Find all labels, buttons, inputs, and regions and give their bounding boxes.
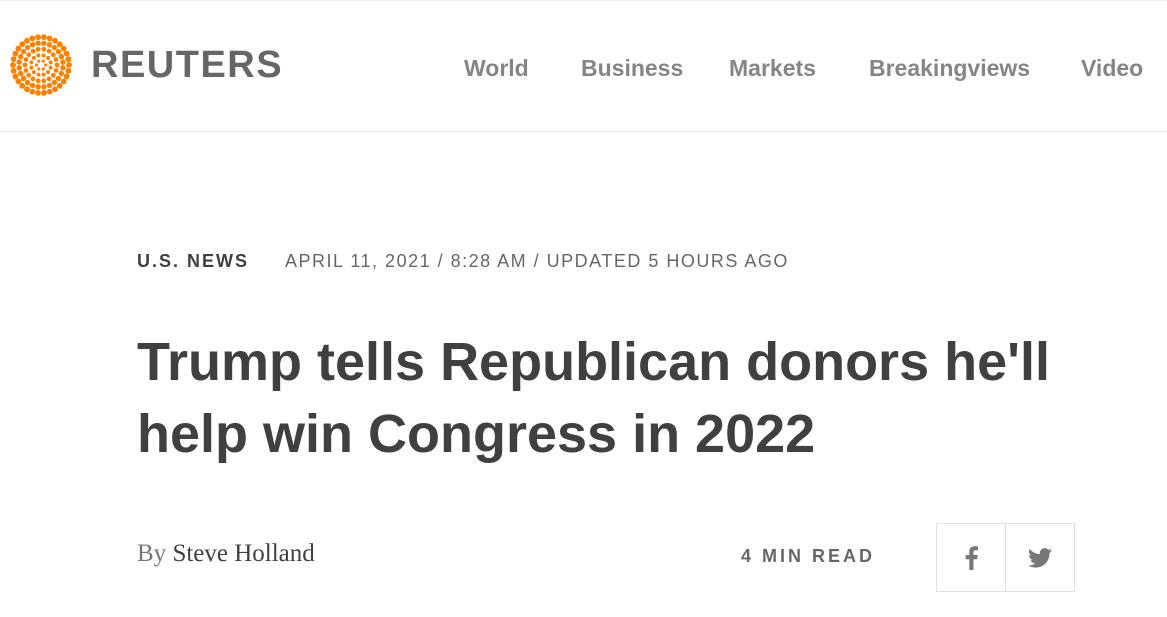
- twitter-icon: [1028, 547, 1052, 568]
- byline-prefix: By: [137, 540, 167, 567]
- nav-item-world[interactable]: World: [464, 53, 529, 83]
- nav-item-breakingviews[interactable]: Breakingviews: [869, 53, 1030, 83]
- nav-item-business[interactable]: Business: [581, 53, 683, 83]
- byline: By Steve Holland: [137, 540, 315, 568]
- nav-item-markets[interactable]: Markets: [729, 53, 816, 83]
- twitter-share-button[interactable]: [1005, 524, 1074, 591]
- share-buttons: [936, 523, 1075, 592]
- author-link[interactable]: Steve Holland: [172, 540, 314, 567]
- site-header: REUTERS World Business Markets Breakingv…: [0, 0, 1167, 132]
- facebook-share-button[interactable]: [937, 524, 1005, 591]
- read-time: 4 MIN READ: [741, 546, 876, 566]
- section-link[interactable]: U.S. NEWS: [137, 251, 249, 272]
- nav-item-video[interactable]: Video: [1081, 53, 1143, 83]
- main-nav: World Business Markets Breakingviews Vid…: [0, 53, 1167, 85]
- article-meta: U.S. NEWS APRIL 11, 2021 / 8:28 AM / UPD…: [137, 251, 789, 272]
- facebook-icon: [965, 545, 978, 570]
- dateline: APRIL 11, 2021 / 8:28 AM / UPDATED 5 HOU…: [285, 251, 789, 271]
- article-headline: Trump tells Republican donors he'll help…: [137, 332, 1050, 464]
